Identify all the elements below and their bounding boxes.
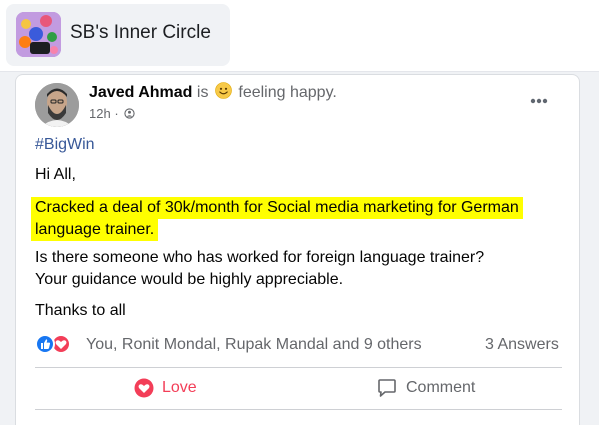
smiley-icon bbox=[215, 82, 232, 99]
hashtag-link[interactable]: #BigWin bbox=[35, 136, 95, 154]
group-name[interactable]: SB's Inner Circle bbox=[70, 22, 211, 44]
group-chip[interactable]: SB's Inner Circle bbox=[6, 4, 230, 66]
feeling-text: feeling happy. bbox=[238, 84, 337, 101]
reactions-summary[interactable]: You, Ronit Mondal, Rupak Mandal and 9 ot… bbox=[86, 336, 422, 354]
post-time[interactable]: 12h bbox=[89, 106, 111, 121]
highlight-line-1: Cracked a deal of 30k/month for Social m… bbox=[31, 197, 523, 219]
answers-count[interactable]: 3 Answers bbox=[485, 336, 559, 354]
comment-label: Comment bbox=[406, 379, 476, 396]
top-bar: SB's Inner Circle bbox=[0, 0, 599, 72]
highlighted-text: Cracked a deal of 30k/month for Social m… bbox=[31, 197, 523, 241]
heart-icon bbox=[134, 378, 154, 398]
divider bbox=[35, 367, 562, 368]
divider bbox=[35, 409, 562, 410]
avatar[interactable] bbox=[35, 83, 79, 127]
like-icon bbox=[35, 334, 55, 354]
greeting-text: Hi All, bbox=[35, 166, 76, 183]
comment-icon bbox=[376, 378, 398, 398]
closing-text: Thanks to all bbox=[35, 302, 126, 319]
love-label: Love bbox=[162, 379, 197, 396]
meta-separator: · bbox=[114, 106, 119, 121]
post-card: Javed Ahmad is feeling happy. 12h · #Big… bbox=[15, 74, 580, 425]
love-button[interactable]: Love bbox=[134, 373, 197, 403]
question-line-2: Your guidance would be highly appreciabl… bbox=[35, 271, 344, 288]
is-text: is bbox=[196, 84, 209, 101]
author-name[interactable]: Javed Ahmad bbox=[89, 84, 192, 101]
post-meta: 12h · bbox=[89, 106, 135, 121]
audience-icon[interactable] bbox=[124, 107, 135, 119]
post-headline: Javed Ahmad is feeling happy. bbox=[89, 82, 337, 102]
comment-button[interactable]: Comment bbox=[376, 373, 475, 403]
highlight-line-2: language trainer. bbox=[31, 219, 159, 241]
group-logo bbox=[16, 12, 61, 57]
question-line-1: Is there someone who has worked for fore… bbox=[35, 249, 485, 266]
more-options-icon[interactable] bbox=[524, 91, 554, 111]
